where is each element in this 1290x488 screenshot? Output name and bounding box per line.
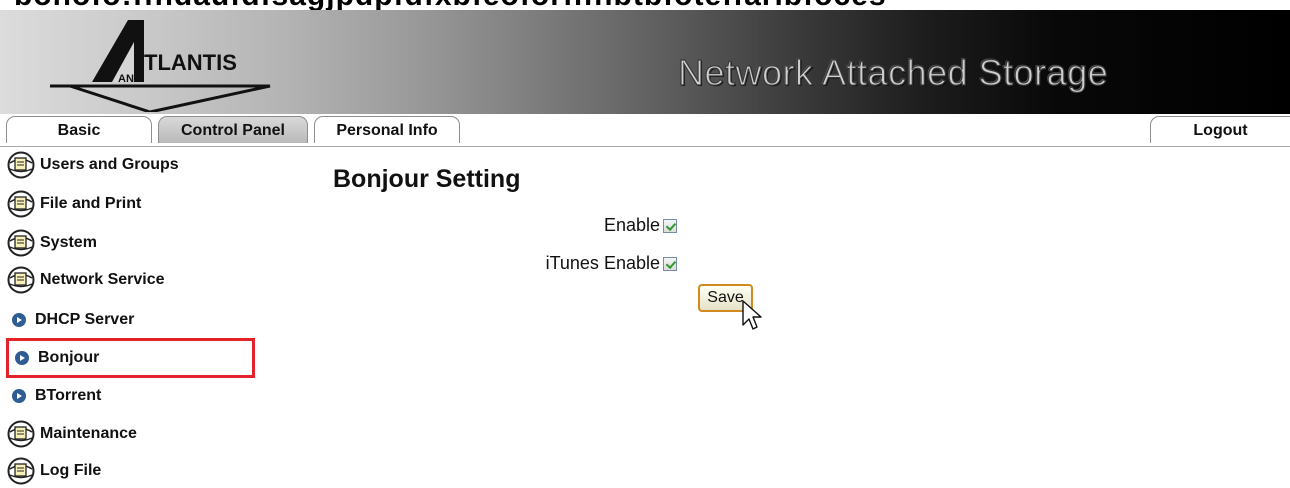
sidebar-item-label: Bonjour: [38, 349, 100, 366]
sidebar-item-label: Users and Groups: [40, 156, 179, 173]
logo-text: TLANTIS: [144, 50, 237, 75]
tab-control-panel[interactable]: Control Panel: [158, 116, 308, 143]
enable-label: Enable: [603, 215, 660, 235]
logout-button[interactable]: Logout: [1150, 116, 1290, 143]
sidebar-item-maintenance[interactable]: Maintenance: [6, 417, 256, 451]
sidebar-item-label: BTorrent: [35, 387, 102, 404]
sidebar-item-system[interactable]: System: [6, 226, 256, 260]
itunes-enable-checkbox[interactable]: [663, 257, 677, 271]
sidebar-item-file-and-print[interactable]: File and Print: [6, 187, 256, 221]
sidebar-item-bonjour[interactable]: Bonjour: [6, 338, 255, 378]
sidebar-item-users-and-groups[interactable]: Users and Groups: [6, 148, 256, 182]
top-cropped-text-content: bonofo:ffhdaufdfsagjpdpfdfxbfeoforfifhbt…: [14, 0, 887, 10]
globe-folder-icon: [7, 151, 35, 179]
blue-arrow-icon: [12, 313, 26, 327]
tab-basic[interactable]: Basic: [6, 116, 152, 143]
globe-folder-icon: [7, 190, 35, 218]
sidebar-item-label: Network Service: [40, 271, 165, 288]
itunes-enable-label: iTunes Enable: [545, 253, 660, 273]
globe-folder-icon: [7, 266, 35, 294]
sidebar-item-log-file[interactable]: Log File: [6, 454, 256, 488]
sidebar-item-network-service[interactable]: Network Service: [6, 263, 256, 297]
page-title: Bonjour Setting: [333, 165, 521, 193]
mouse-cursor-icon: [742, 300, 762, 330]
globe-folder-icon: [7, 229, 35, 257]
blue-arrow-icon: [12, 389, 26, 403]
header-banner: TLANTIS AND Network Attached Storage: [0, 10, 1290, 114]
blue-arrow-icon: [15, 351, 29, 365]
sidebar-item-dhcp-server[interactable]: DHCP Server: [6, 303, 256, 337]
sidebar-item-label: Maintenance: [40, 425, 137, 442]
sidebar-item-btorrent[interactable]: BTorrent: [6, 379, 256, 413]
enable-checkbox[interactable]: [663, 219, 677, 233]
logo-subtext: AND: [118, 73, 142, 85]
tab-bar: Basic Control Panel Personal Info Logout: [0, 116, 1290, 147]
atlantis-logo: TLANTIS AND: [50, 20, 271, 112]
sidebar-item-label: File and Print: [40, 195, 142, 212]
globe-folder-icon: [7, 420, 35, 448]
sidebar-item-label: DHCP Server: [35, 311, 135, 328]
sidebar-item-label: Log File: [40, 462, 102, 479]
sidebar-item-label: System: [40, 234, 97, 251]
product-title: Network Attached Storage: [677, 51, 1109, 93]
tab-personal-info[interactable]: Personal Info: [314, 116, 460, 143]
top-cropped-text: bonofo:ffhdaufdfsagjpdpfdfxbfeoforfifhbt…: [0, 0, 1290, 10]
